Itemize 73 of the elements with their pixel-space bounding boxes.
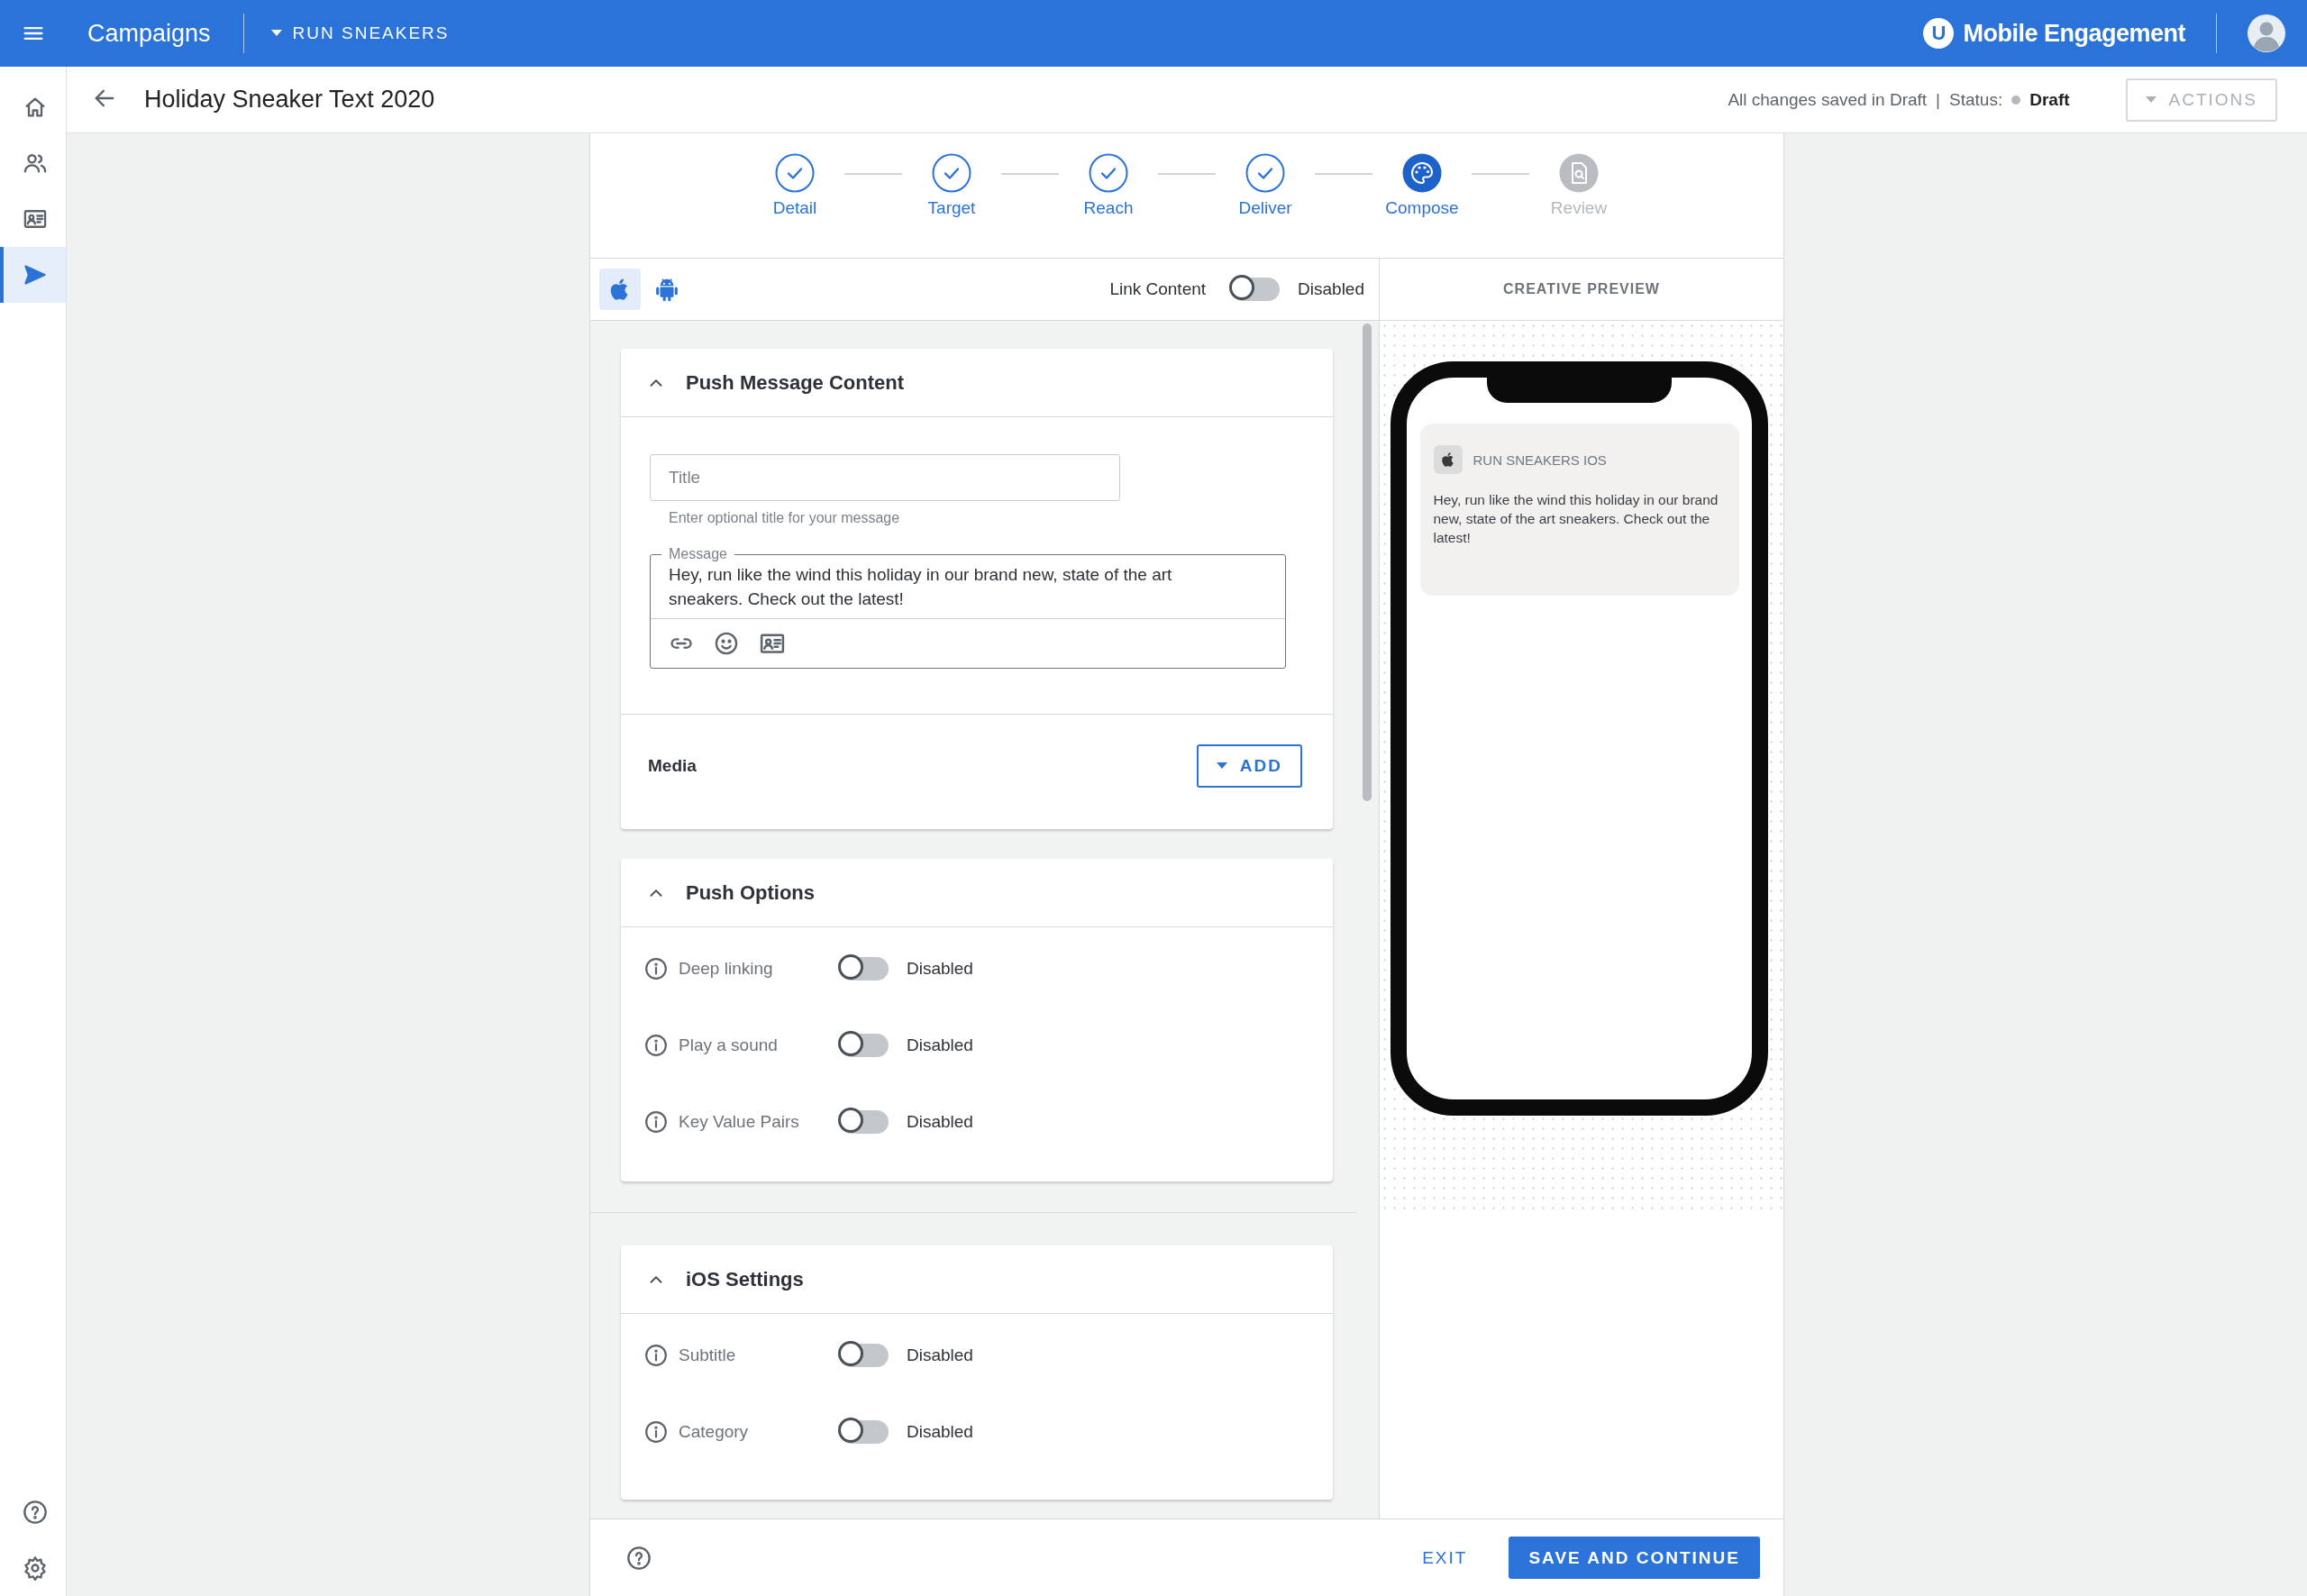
status-dot: [2011, 95, 2021, 105]
app-title: Campaigns: [87, 19, 211, 48]
brand-name: Mobile Engagement: [1963, 19, 2185, 48]
check-icon: [1089, 153, 1128, 193]
option-label: Play a sound: [679, 1035, 779, 1055]
app-selector[interactable]: RUN SNEAKERS: [267, 20, 453, 47]
check-icon: [932, 153, 971, 193]
save-status: All changes saved in Draft: [1728, 89, 1928, 110]
option-label: Key Value Pairs: [679, 1111, 800, 1132]
toggle-switch[interactable]: [840, 1033, 889, 1057]
helper-text: Enter optional title for your message: [669, 510, 901, 526]
toggle-switch[interactable]: [840, 1419, 889, 1444]
check-icon: [1245, 153, 1285, 193]
caret-icon: [1216, 762, 1227, 770]
caret-icon: [270, 30, 282, 37]
info-icon: [644, 1343, 668, 1367]
wizard-step[interactable]: Reach: [1059, 153, 1158, 218]
settings-icon: [22, 1555, 48, 1581]
info-icon: [644, 1419, 668, 1444]
app-icon: [1433, 445, 1463, 474]
send-icon: [22, 262, 48, 287]
separator-text: |: [1936, 89, 1941, 110]
option-label: Subtitle: [679, 1345, 737, 1365]
toggle-state: Disabled: [907, 1111, 973, 1132]
nav-item[interactable]: [0, 247, 66, 303]
media-label: Media: [648, 755, 697, 776]
wizard-step[interactable]: Compose: [1372, 153, 1472, 218]
link-content-label: Link Content: [1109, 279, 1207, 299]
toggle-state: Disabled: [907, 1345, 973, 1365]
exit-button[interactable]: EXIT: [1418, 1544, 1472, 1572]
info-icon: [644, 956, 668, 980]
scrollbar[interactable]: [1363, 324, 1372, 801]
notification-app: RUN SNEAKERS IOS: [1473, 451, 1607, 468]
message-field[interactable]: Message Hey, run like the wind this holiday in our brand new, state of the art sneakers. Check out the latest!: [650, 546, 1286, 669]
toggle-state: Disabled: [907, 1035, 973, 1055]
android-icon: [653, 276, 680, 303]
platform-tab[interactable]: [599, 269, 641, 310]
wizard-step[interactable]: Detail: [745, 153, 844, 218]
help-icon: [22, 1500, 48, 1525]
toggle-switch[interactable]: [840, 1109, 889, 1134]
preview-title: CREATIVE PREVIEW: [1503, 281, 1660, 297]
option-label: Category: [679, 1421, 750, 1442]
toggle-state: Disabled: [907, 1421, 973, 1442]
info-icon: [644, 1033, 668, 1057]
page-title: Holiday Sneaker Text 2020: [144, 86, 435, 114]
toggle-switch[interactable]: [840, 956, 889, 980]
title-field[interactable]: Title: [650, 454, 1120, 501]
toggle-switch[interactable]: [840, 1343, 889, 1367]
wizard-step[interactable]: Deliver: [1216, 153, 1315, 218]
emoji-icon: [714, 631, 739, 656]
add-button[interactable]: ADD: [1196, 743, 1302, 788]
wizard-step[interactable]: Target: [902, 153, 1001, 218]
brand-logo: U: [1923, 18, 1955, 49]
document-search-icon: [1559, 153, 1599, 193]
status-value: Draft: [2029, 89, 2070, 110]
notification-text: Hey, run like the wind this holiday in our brand new, state of the art sneakers. Check out the latest!: [1433, 491, 1719, 547]
save-button[interactable]: SAVE AND CONTINUE: [1509, 1537, 1760, 1579]
avatar-icon[interactable]: [2248, 14, 2285, 52]
toggle-switch[interactable]: [1231, 278, 1281, 301]
check-icon: [775, 153, 815, 193]
help-icon: [626, 1545, 652, 1571]
palette-icon: [1402, 153, 1442, 193]
field-label: Message: [668, 546, 728, 562]
message-text: Hey, run like the wind this holiday in our brand new, state of the art sneakers. Check out the latest!: [668, 564, 1173, 610]
toggle-state: Disabled: [1298, 279, 1364, 299]
option-label: Deep linking: [679, 958, 774, 979]
info-icon: [644, 1109, 668, 1134]
section-title: iOS Settings: [686, 1267, 804, 1291]
section-title: Push Options: [686, 880, 815, 905]
toggle-state: Disabled: [907, 958, 973, 979]
status-label: Status:: [1949, 89, 2003, 110]
section-title: Push Message Content: [686, 370, 905, 395]
caret-icon: [2145, 96, 2157, 104]
